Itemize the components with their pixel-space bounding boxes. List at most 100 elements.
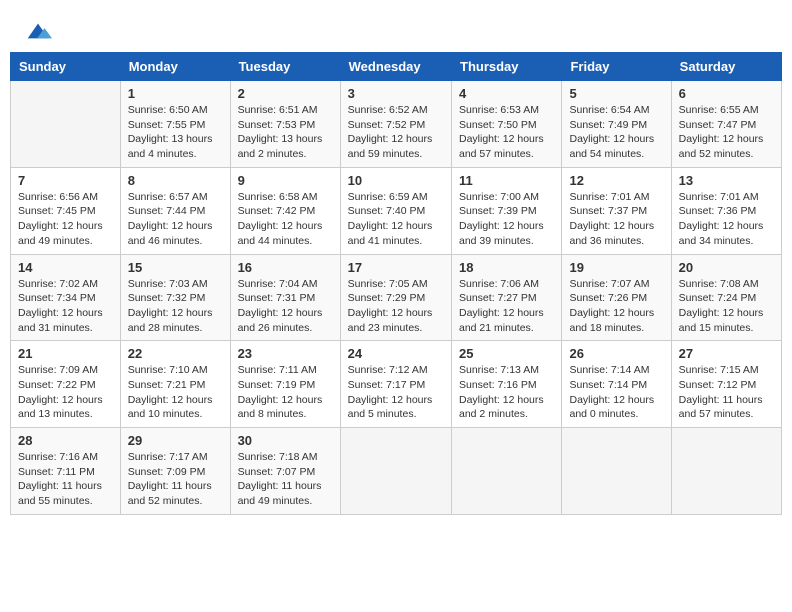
day-number: 23 [238, 346, 333, 361]
day-number: 9 [238, 173, 333, 188]
day-number: 13 [679, 173, 774, 188]
calendar-cell: 18 Sunrise: 7:06 AMSunset: 7:27 PMDayligh… [452, 254, 562, 341]
day-number: 21 [18, 346, 113, 361]
calendar-cell: 16Sunrise: 7:04 AMSunset: 7:31 PMDayligh… [230, 254, 340, 341]
calendar-cell: 24 Sunrise: 7:12 AMSunset: 7:17 PMDayligh… [340, 341, 451, 428]
calendar-week-row: 7 Sunrise: 6:56 AMSunset: 7:45 PMDaylight… [11, 167, 782, 254]
calendar-cell: 4Sunrise: 6:53 AMSunset: 7:50 PMDaylight… [452, 81, 562, 168]
day-number: 15 [128, 260, 223, 275]
calendar-cell: 9 Sunrise: 6:58 AMSunset: 7:42 PMDaylight… [230, 167, 340, 254]
calendar-cell [11, 81, 121, 168]
day-detail: Sunrise: 7:05 AMSunset: 7:29 PMDaylight:… [348, 277, 444, 336]
calendar-header-saturday: Saturday [671, 53, 781, 81]
day-detail: Sunrise: 7:03 AMSunset: 7:32 PMDaylight:… [128, 277, 223, 336]
calendar-cell: 11 Sunrise: 7:00 AMSunset: 7:39 PMDayligh… [452, 167, 562, 254]
calendar-cell: 5Sunrise: 6:54 AMSunset: 7:49 PMDaylight… [562, 81, 671, 168]
day-detail: Sunrise: 7:11 AMSunset: 7:19 PMDaylight:… [238, 363, 333, 422]
day-detail: Sunrise: 7:10 AMSunset: 7:21 PMDaylight:… [128, 363, 223, 422]
day-detail: Sunrise: 6:57 AMSunset: 7:44 PMDaylight:… [128, 190, 223, 249]
day-detail: Sunrise: 7:01 AMSunset: 7:36 PMDaylight:… [679, 190, 774, 249]
day-detail: Sunrise: 7:00 AMSunset: 7:39 PMDaylight:… [459, 190, 554, 249]
calendar-week-row: 1 Sunrise: 6:50 AMSunset: 7:55 PMDaylight… [11, 81, 782, 168]
calendar-cell: 2 Sunrise: 6:51 AMSunset: 7:53 PMDaylight… [230, 81, 340, 168]
day-number: 7 [18, 173, 113, 188]
calendar-cell: 27 Sunrise: 7:15 AMSunset: 7:12 PMDayligh… [671, 341, 781, 428]
day-detail: Sunrise: 7:18 AMSunset: 7:07 PMDaylight:… [238, 450, 333, 509]
day-detail: Sunrise: 6:55 AMSunset: 7:47 PMDaylight:… [679, 103, 774, 162]
day-number: 17 [348, 260, 444, 275]
day-number: 28 [18, 433, 113, 448]
calendar-header-sunday: Sunday [11, 53, 121, 81]
day-detail: Sunrise: 6:51 AMSunset: 7:53 PMDaylight:… [238, 103, 333, 162]
day-detail: Sunrise: 7:13 AMSunset: 7:16 PMDaylight:… [459, 363, 554, 422]
calendar-week-row: 28 Sunrise: 7:16 AMSunset: 7:11 PMDayligh… [11, 428, 782, 515]
calendar-header-row: SundayMondayTuesdayWednesdayThursdayFrid… [11, 53, 782, 81]
day-number: 4 [459, 86, 554, 101]
day-number: 12 [569, 173, 663, 188]
day-number: 26 [569, 346, 663, 361]
day-number: 20 [679, 260, 774, 275]
calendar-cell: 20 Sunrise: 7:08 AMSunset: 7:24 PMDayligh… [671, 254, 781, 341]
logo [20, 16, 52, 44]
calendar-cell: 22Sunrise: 7:10 AMSunset: 7:21 PMDayligh… [120, 341, 230, 428]
day-number: 2 [238, 86, 333, 101]
day-detail: Sunrise: 7:09 AMSunset: 7:22 PMDaylight:… [18, 363, 113, 422]
day-detail: Sunrise: 7:17 AMSunset: 7:09 PMDaylight:… [128, 450, 223, 509]
calendar-cell: 28 Sunrise: 7:16 AMSunset: 7:11 PMDayligh… [11, 428, 121, 515]
calendar-header-thursday: Thursday [452, 53, 562, 81]
calendar-cell: 23 Sunrise: 7:11 AMSunset: 7:19 PMDayligh… [230, 341, 340, 428]
calendar-table: SundayMondayTuesdayWednesdayThursdayFrid… [10, 52, 782, 515]
calendar-cell [671, 428, 781, 515]
day-number: 1 [128, 86, 223, 101]
day-number: 29 [128, 433, 223, 448]
calendar-header-friday: Friday [562, 53, 671, 81]
day-detail: Sunrise: 7:12 AMSunset: 7:17 PMDaylight:… [348, 363, 444, 422]
calendar-cell: 8 Sunrise: 6:57 AMSunset: 7:44 PMDaylight… [120, 167, 230, 254]
calendar-cell: 10Sunrise: 6:59 AMSunset: 7:40 PMDayligh… [340, 167, 451, 254]
day-number: 14 [18, 260, 113, 275]
calendar-cell: 3 Sunrise: 6:52 AMSunset: 7:52 PMDaylight… [340, 81, 451, 168]
day-detail: Sunrise: 6:59 AMSunset: 7:40 PMDaylight:… [348, 190, 444, 249]
calendar-cell: 1 Sunrise: 6:50 AMSunset: 7:55 PMDaylight… [120, 81, 230, 168]
calendar-cell: 6Sunrise: 6:55 AMSunset: 7:47 PMDaylight… [671, 81, 781, 168]
day-number: 8 [128, 173, 223, 188]
day-detail: Sunrise: 7:06 AMSunset: 7:27 PMDaylight:… [459, 277, 554, 336]
day-detail: Sunrise: 6:56 AMSunset: 7:45 PMDaylight:… [18, 190, 113, 249]
calendar-header-tuesday: Tuesday [230, 53, 340, 81]
day-detail: Sunrise: 7:08 AMSunset: 7:24 PMDaylight:… [679, 277, 774, 336]
calendar-cell: 14 Sunrise: 7:02 AMSunset: 7:34 PMDayligh… [11, 254, 121, 341]
day-detail: Sunrise: 7:15 AMSunset: 7:12 PMDaylight:… [679, 363, 774, 422]
calendar-cell [340, 428, 451, 515]
calendar-cell: 13 Sunrise: 7:01 AMSunset: 7:36 PMDayligh… [671, 167, 781, 254]
calendar-cell: 29 Sunrise: 7:17 AMSunset: 7:09 PMDayligh… [120, 428, 230, 515]
day-number: 3 [348, 86, 444, 101]
logo-icon [24, 16, 52, 44]
day-detail: Sunrise: 7:01 AMSunset: 7:37 PMDaylight:… [569, 190, 663, 249]
day-number: 19 [569, 260, 663, 275]
calendar-cell: 26 Sunrise: 7:14 AMSunset: 7:14 PMDayligh… [562, 341, 671, 428]
calendar-cell: 30Sunrise: 7:18 AMSunset: 7:07 PMDayligh… [230, 428, 340, 515]
day-detail: Sunrise: 7:04 AMSunset: 7:31 PMDaylight:… [238, 277, 333, 336]
day-detail: Sunrise: 6:54 AMSunset: 7:49 PMDaylight:… [569, 103, 663, 162]
day-detail: Sunrise: 7:02 AMSunset: 7:34 PMDaylight:… [18, 277, 113, 336]
day-number: 11 [459, 173, 554, 188]
day-number: 27 [679, 346, 774, 361]
calendar-cell: 12 Sunrise: 7:01 AMSunset: 7:37 PMDayligh… [562, 167, 671, 254]
calendar-cell [562, 428, 671, 515]
calendar-cell [452, 428, 562, 515]
calendar-cell: 15 Sunrise: 7:03 AMSunset: 7:32 PMDayligh… [120, 254, 230, 341]
calendar-cell: 19Sunrise: 7:07 AMSunset: 7:26 PMDayligh… [562, 254, 671, 341]
calendar-header-monday: Monday [120, 53, 230, 81]
calendar-week-row: 21 Sunrise: 7:09 AMSunset: 7:22 PMDayligh… [11, 341, 782, 428]
day-detail: Sunrise: 7:16 AMSunset: 7:11 PMDaylight:… [18, 450, 113, 509]
day-number: 25 [459, 346, 554, 361]
day-number: 24 [348, 346, 444, 361]
calendar-header-wednesday: Wednesday [340, 53, 451, 81]
calendar-cell: 21 Sunrise: 7:09 AMSunset: 7:22 PMDayligh… [11, 341, 121, 428]
day-detail: Sunrise: 7:14 AMSunset: 7:14 PMDaylight:… [569, 363, 663, 422]
calendar-cell: 7 Sunrise: 6:56 AMSunset: 7:45 PMDaylight… [11, 167, 121, 254]
day-detail: Sunrise: 6:50 AMSunset: 7:55 PMDaylight:… [128, 103, 223, 162]
day-number: 18 [459, 260, 554, 275]
day-detail: Sunrise: 6:52 AMSunset: 7:52 PMDaylight:… [348, 103, 444, 162]
day-detail: Sunrise: 6:58 AMSunset: 7:42 PMDaylight:… [238, 190, 333, 249]
